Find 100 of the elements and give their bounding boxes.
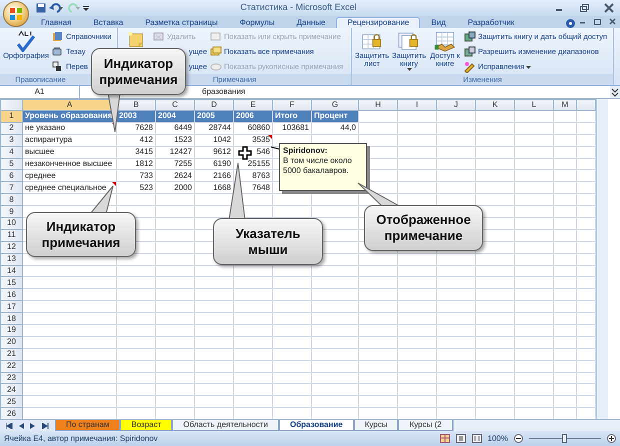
formula-bar[interactable]: бразования [202, 86, 610, 98]
help-icon[interactable] [566, 19, 575, 28]
slider-thumb[interactable] [562, 434, 567, 443]
sheet-tab[interactable]: Образование [278, 420, 354, 431]
column-header[interactable]: E [234, 100, 272, 110]
row-number[interactable]: 26 [0, 408, 22, 419]
row-number[interactable]: 22 [0, 360, 22, 372]
table-cell: 28744 [194, 122, 234, 134]
column-header[interactable]: L [514, 100, 554, 110]
page-break-icon[interactable] [472, 434, 482, 443]
sheet-tab[interactable]: Курсы [354, 420, 398, 431]
callout: Индикатор примечания [26, 212, 136, 257]
name-box[interactable]: A1 [0, 86, 80, 98]
ribbon-tab[interactable]: Разметка страницы [134, 17, 229, 28]
table-cell: 1042 [194, 134, 234, 146]
row-number[interactable]: 16 [0, 288, 22, 301]
ribbon-tab[interactable]: Главная [30, 17, 82, 28]
column-header[interactable]: K [476, 100, 514, 110]
row-number[interactable]: 4 [0, 146, 22, 158]
row-number[interactable]: 13 [0, 253, 22, 266]
column-header[interactable]: M [554, 100, 576, 110]
row-number[interactable]: 21 [0, 348, 22, 360]
row-number[interactable]: 25 [0, 396, 22, 408]
normal-view-icon[interactable] [440, 434, 450, 443]
row-number[interactable]: 18 [0, 312, 22, 325]
ranges-icon [464, 46, 476, 58]
zoom-level: 100% [488, 432, 508, 444]
row-number[interactable]: 12 [0, 241, 22, 254]
note-icon[interactable] [126, 30, 145, 48]
row-number[interactable]: 2 [0, 122, 22, 134]
row-number[interactable]: 15 [0, 276, 22, 289]
track-changes-icon [464, 61, 476, 73]
logo-icon [9, 7, 23, 21]
ribbon-tab[interactable]: Данные [286, 17, 336, 28]
row-number[interactable]: 6 [0, 170, 22, 182]
column-header[interactable]: B [116, 100, 156, 110]
row-number[interactable]: 20 [0, 336, 22, 348]
close-icon[interactable] [604, 3, 614, 13]
notes-icon [210, 46, 222, 58]
ribbon-tab[interactable]: Рецензирование [336, 17, 420, 28]
row-number[interactable]: 7 [0, 182, 22, 194]
leader-line [270, 146, 280, 150]
sheet-tab[interactable]: Область деятельности [172, 420, 279, 431]
row-number[interactable]: 3 [0, 134, 22, 146]
spelling-check-icon [15, 30, 37, 52]
undo-icon[interactable] [49, 3, 63, 13]
comment-author: Spiridonov: [283, 146, 328, 156]
page-layout-icon[interactable] [456, 434, 466, 443]
row-number[interactable]: 19 [0, 324, 22, 336]
customize-icon[interactable] [83, 3, 89, 13]
header-cell: Процент [312, 110, 358, 122]
callout: Указатель мыши [213, 218, 323, 265]
row-number[interactable]: 24 [0, 384, 22, 396]
last-sheet-icon[interactable] [42, 422, 49, 428]
row-number[interactable]: 10 [0, 218, 22, 230]
table-cell: 3535 [234, 134, 272, 146]
save-icon[interactable] [36, 3, 46, 13]
column-header[interactable]: J [436, 100, 476, 110]
table-cell: 2000 [156, 182, 194, 194]
column-header[interactable]: F [272, 100, 312, 110]
row-number[interactable]: 23 [0, 372, 22, 384]
zoom-out-icon[interactable] [514, 434, 523, 443]
thesaurus-icon [52, 46, 64, 58]
sheet-tab[interactable]: Курсы (2 [398, 420, 453, 431]
row-number[interactable]: 17 [0, 300, 22, 313]
comment-text: В том числе около 5000 бакалавров. [283, 156, 353, 176]
table-cell: аспирантура [22, 134, 116, 146]
ribbon-tab[interactable]: Разработчик [456, 17, 526, 28]
first-sheet-icon[interactable] [6, 422, 13, 428]
horizontal-scrollbar[interactable] [452, 420, 620, 431]
column-header[interactable]: H [358, 100, 398, 110]
column-header[interactable]: I [398, 100, 436, 110]
callout: Отображенное примечание [364, 205, 483, 251]
zoom-in-icon[interactable] [607, 434, 616, 443]
table-cell: 733 [116, 170, 156, 182]
row-number[interactable]: 11 [0, 229, 22, 242]
column-header[interactable]: D [194, 100, 234, 110]
protect-share-icon [464, 31, 476, 43]
table-cell: 1812 [116, 158, 156, 170]
close-icon[interactable] [608, 17, 617, 26]
table-cell: 6449 [156, 122, 194, 134]
column-header[interactable]: C [156, 100, 194, 110]
vertical-scrollbar[interactable] [596, 99, 608, 419]
next-sheet-icon[interactable] [30, 422, 37, 428]
expand-icon[interactable] [610, 86, 620, 98]
row-number[interactable]: 1 [0, 110, 22, 122]
row-number[interactable]: 5 [0, 158, 22, 170]
shared-sheet-icon [434, 30, 456, 52]
table-cell: среднее [22, 170, 116, 182]
column-header[interactable]: G [312, 100, 358, 110]
row-number[interactable]: 9 [0, 206, 22, 218]
ribbon-tab[interactable]: Вид [420, 17, 457, 28]
ribbon-tab[interactable]: Формулы [228, 17, 286, 28]
row-number[interactable]: 14 [0, 265, 22, 277]
ribbon-tab[interactable]: Вставка [82, 17, 134, 28]
table-cell: 2624 [156, 170, 194, 182]
row-number[interactable]: 8 [0, 194, 22, 206]
sheet-tab[interactable]: По странам [55, 420, 120, 431]
previous-sheet-icon[interactable] [18, 422, 25, 428]
sheet-tab[interactable]: Возраст [120, 420, 172, 431]
